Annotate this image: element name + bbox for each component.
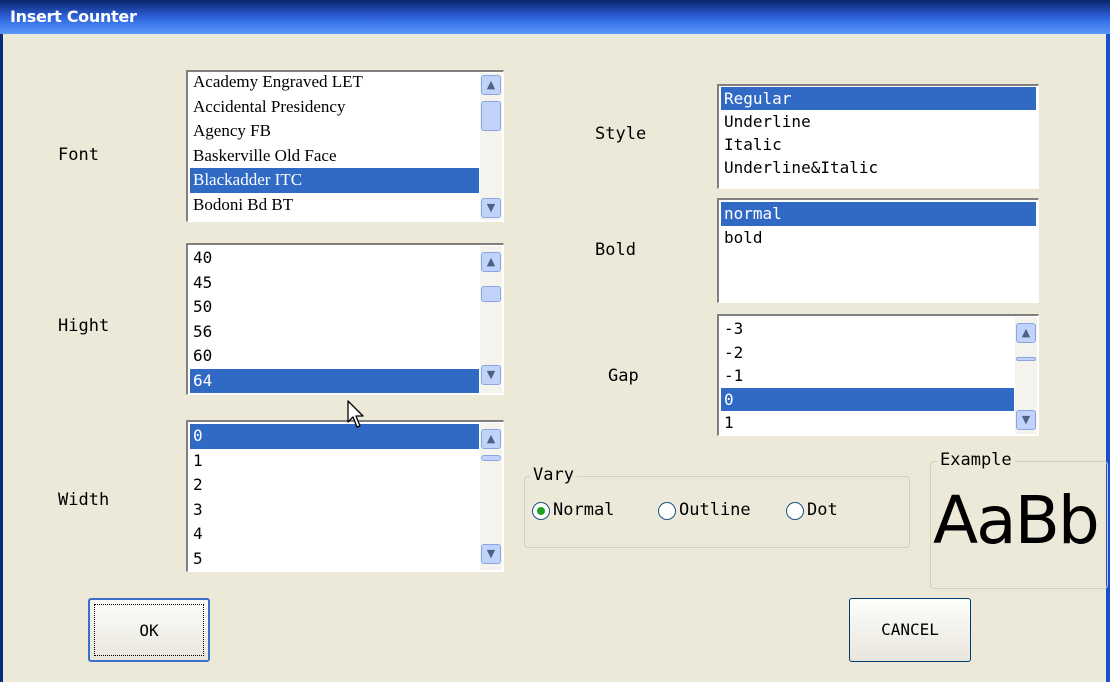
gap-option[interactable]: 1 <box>721 411 1014 435</box>
vary-legend: Vary <box>530 465 577 485</box>
font-scrollbar[interactable]: ▲ ▼ <box>480 73 502 220</box>
bold-label: Bold <box>595 240 636 260</box>
chevron-up-icon[interactable]: ▲ <box>481 75 501 95</box>
height-option[interactable]: 45 <box>190 271 479 296</box>
bold-option-selected[interactable]: normal <box>721 202 1036 226</box>
scroll-thumb[interactable] <box>481 101 501 131</box>
scroll-thumb[interactable] <box>481 286 501 302</box>
gap-option-selected[interactable]: 0 <box>721 387 1014 411</box>
chevron-down-icon[interactable]: ▼ <box>481 544 501 564</box>
radio-dot[interactable] <box>786 502 804 520</box>
width-option-selected[interactable]: 0 <box>190 424 479 449</box>
ok-button-label: OK <box>139 621 159 640</box>
ok-button[interactable]: OK <box>88 598 210 662</box>
chevron-up-icon[interactable]: ▲ <box>481 252 501 272</box>
height-listbox[interactable]: 40 45 50 56 60 64 ▲ ▼ <box>186 243 504 395</box>
height-option[interactable]: 50 <box>190 295 479 320</box>
font-option[interactable]: Baskerville Old Face <box>190 144 479 169</box>
font-option[interactable]: Agency FB <box>190 119 479 144</box>
width-label: Width <box>58 490 110 510</box>
gap-scrollbar[interactable]: ▲ ▼ <box>1015 317 1037 434</box>
radio-normal-label[interactable]: Normal <box>553 500 614 520</box>
example-preview-text: AaBb <box>933 482 1100 559</box>
radio-outline[interactable] <box>658 502 676 520</box>
width-option[interactable]: 4 <box>190 522 479 547</box>
width-option[interactable]: 5 <box>190 547 479 572</box>
font-option[interactable]: Accidental Presidency <box>190 95 479 120</box>
height-scrollbar[interactable]: ▲ ▼ <box>480 246 502 393</box>
width-option[interactable]: 3 <box>190 498 479 523</box>
title-bar: Insert Counter <box>0 0 1110 34</box>
gap-option[interactable]: -2 <box>721 341 1014 365</box>
style-listbox[interactable]: Regular Underline Italic Underline&Itali… <box>717 84 1039 189</box>
chevron-up-icon[interactable]: ▲ <box>481 429 501 449</box>
radio-normal[interactable] <box>532 502 550 520</box>
width-scrollbar[interactable]: ▲ ▼ <box>480 423 502 570</box>
gap-listbox[interactable]: -3 -2 -1 0 1 ▲ ▼ <box>717 314 1039 436</box>
height-label: Hight <box>58 316 110 336</box>
style-option[interactable]: Italic <box>721 133 1036 156</box>
example-legend: Example <box>937 450 1015 470</box>
chevron-up-icon[interactable]: ▲ <box>1016 323 1036 343</box>
style-option-selected[interactable]: Regular <box>721 87 1036 110</box>
height-option[interactable]: 60 <box>190 344 479 369</box>
scroll-thumb[interactable] <box>481 455 501 461</box>
chevron-down-icon[interactable]: ▼ <box>481 365 501 385</box>
chevron-down-icon[interactable]: ▼ <box>481 198 501 218</box>
style-label: Style <box>595 124 647 144</box>
cancel-button-label: CANCEL <box>881 620 939 639</box>
gap-option[interactable]: -1 <box>721 364 1014 388</box>
chevron-down-icon[interactable]: ▼ <box>1016 410 1036 430</box>
radio-outline-label[interactable]: Outline <box>679 500 751 520</box>
radio-selected-dot <box>537 507 545 515</box>
radio-dot-label[interactable]: Dot <box>807 500 838 520</box>
font-option[interactable]: Academy Engraved LET <box>190 72 479 95</box>
height-option[interactable]: 56 <box>190 320 479 345</box>
font-option-selected[interactable]: Blackadder ITC <box>190 168 479 193</box>
cancel-button[interactable]: CANCEL <box>849 598 971 662</box>
window-border-left <box>0 34 3 682</box>
height-option[interactable]: 40 <box>190 246 479 271</box>
font-listbox[interactable]: Academy Engraved LET Accidental Presiden… <box>186 70 504 222</box>
bold-listbox[interactable]: normal bold <box>717 198 1039 303</box>
font-option[interactable]: Bodoni Bd BT <box>190 193 479 218</box>
bold-option[interactable]: bold <box>721 226 1036 250</box>
width-listbox[interactable]: 0 1 2 3 4 5 ▲ ▼ <box>186 420 504 572</box>
height-option-selected[interactable]: 64 <box>190 368 479 393</box>
style-option[interactable]: Underline&Italic <box>721 156 1036 179</box>
width-option[interactable]: 2 <box>190 473 479 498</box>
mouse-pointer-icon <box>347 400 364 428</box>
window-title: Insert Counter <box>10 7 137 26</box>
gap-option[interactable]: -3 <box>721 317 1014 341</box>
scroll-thumb[interactable] <box>1016 357 1036 361</box>
width-option[interactable]: 1 <box>190 449 479 474</box>
gap-label: Gap <box>608 366 639 386</box>
style-option[interactable]: Underline <box>721 110 1036 133</box>
font-label: Font <box>58 145 99 165</box>
example-group: AaBb <box>930 461 1108 589</box>
